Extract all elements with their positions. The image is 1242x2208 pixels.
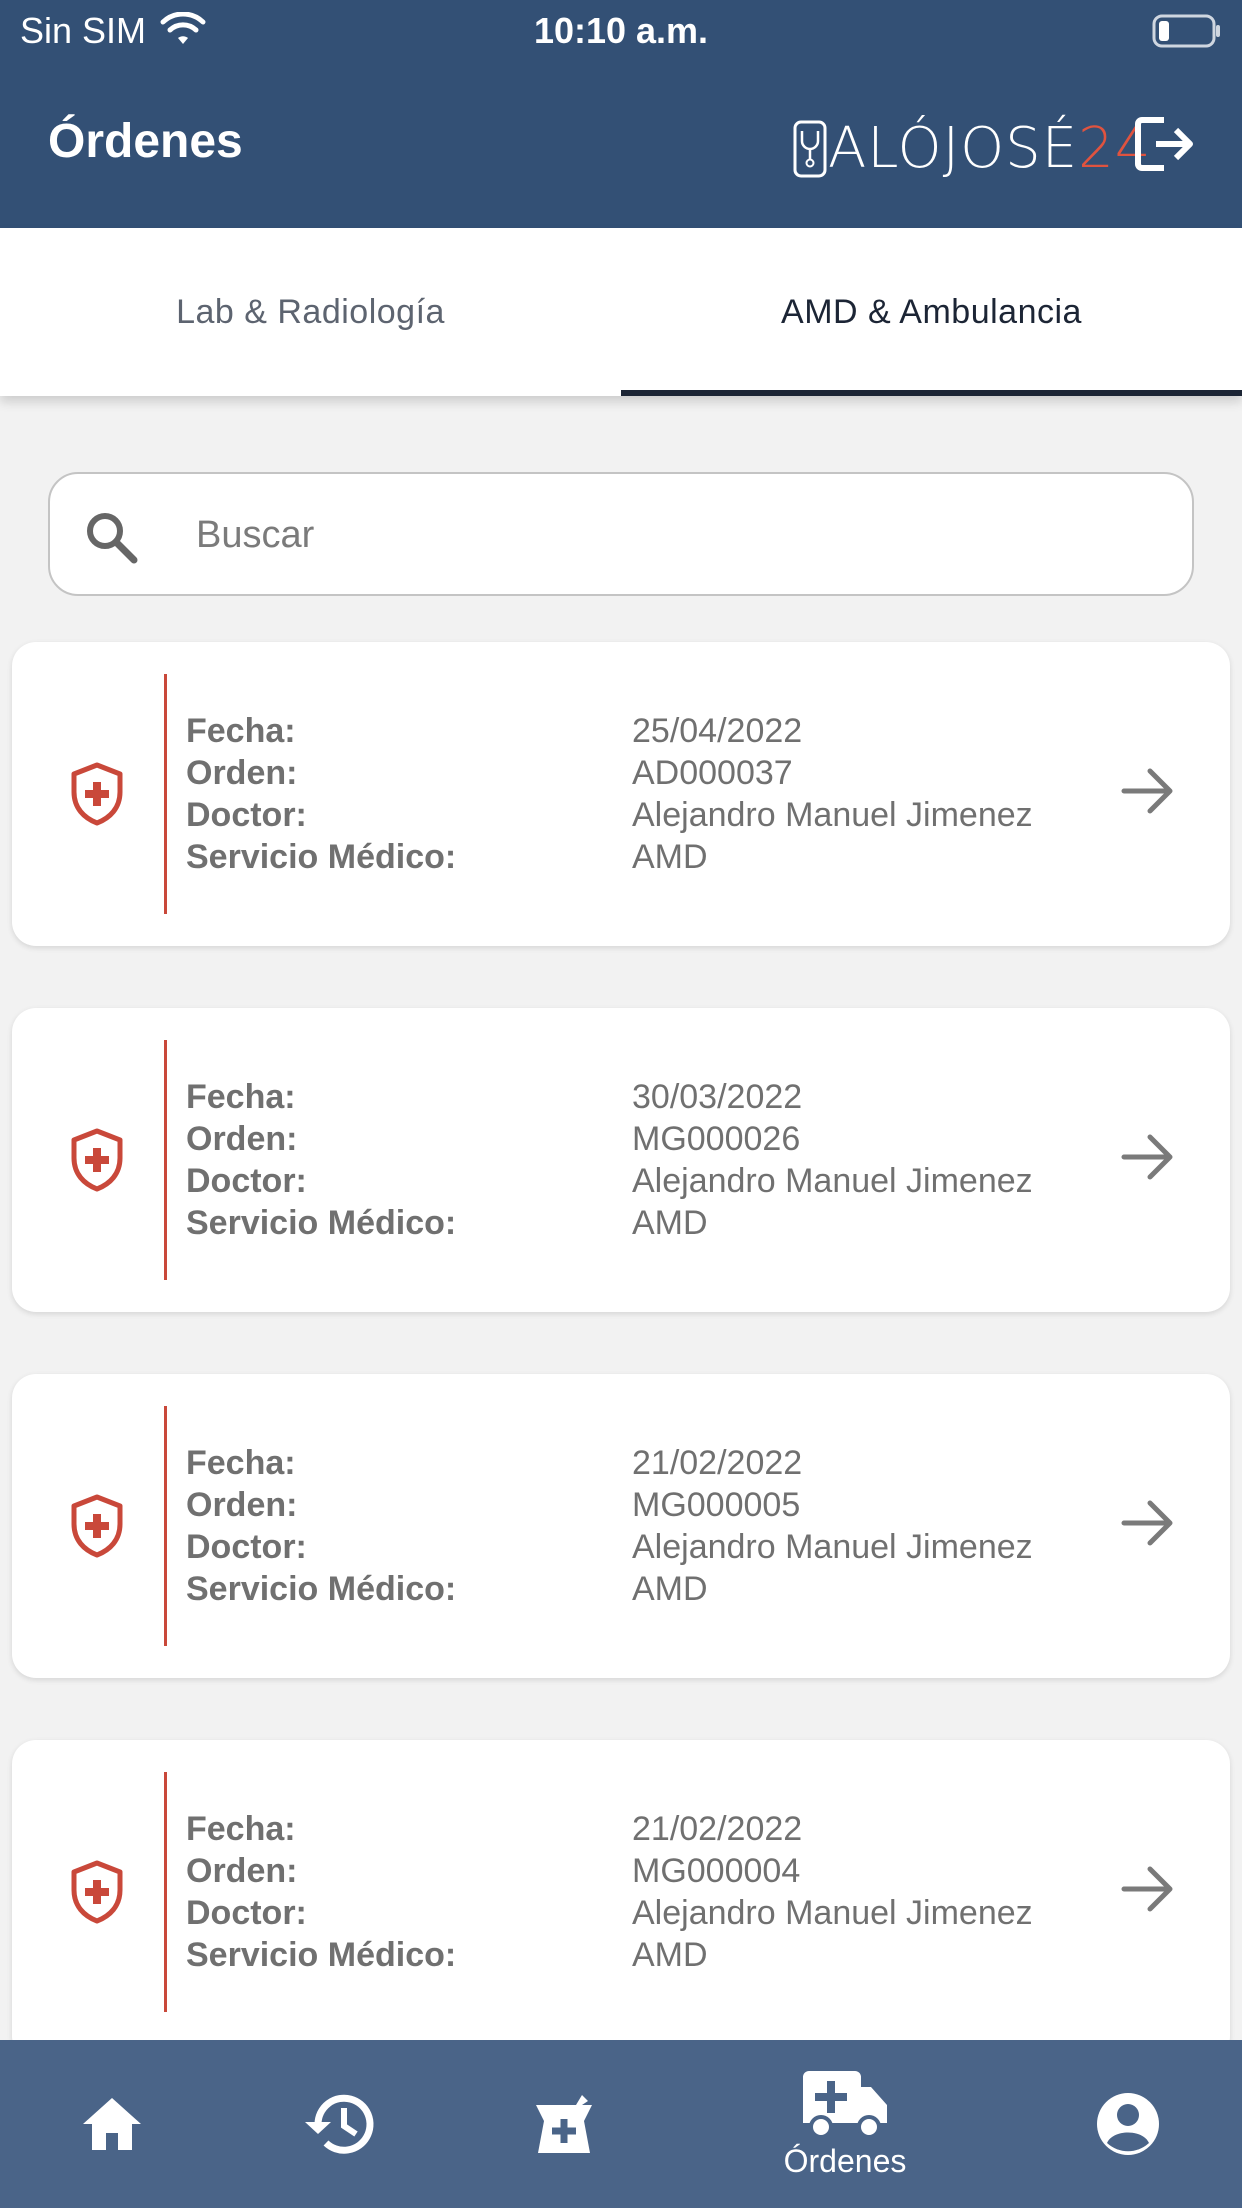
nav-account[interactable] bbox=[1078, 2040, 1178, 2208]
home-icon bbox=[83, 2098, 141, 2150]
status-time: 10:10 a.m. bbox=[533, 10, 709, 51]
card-divider bbox=[164, 1406, 167, 1646]
stethoscope-phone-icon bbox=[793, 120, 827, 177]
search-icon bbox=[87, 513, 138, 564]
servicio-label: Servicio Médico: bbox=[186, 1204, 457, 1242]
account-icon bbox=[1097, 2093, 1159, 2155]
tab-amd-ambulancia[interactable]: AMD & Ambulancia bbox=[621, 228, 1242, 396]
fecha-label: Fecha: bbox=[186, 1444, 296, 1482]
nav-orders[interactable]: Órdenes bbox=[760, 2040, 930, 2208]
orden-value: MG000004 bbox=[632, 1852, 801, 1890]
fecha-value: 21/02/2022 bbox=[632, 1444, 803, 1482]
doctor-label: Doctor: bbox=[186, 796, 307, 834]
doctor-label: Doctor: bbox=[186, 1162, 307, 1200]
medical-shield-icon bbox=[71, 762, 123, 826]
servicio-label: Servicio Médico: bbox=[186, 1936, 457, 1974]
logout-icon[interactable] bbox=[1134, 114, 1196, 174]
card-divider bbox=[164, 674, 167, 914]
history-icon bbox=[305, 2094, 374, 2154]
orden-value: MG000005 bbox=[632, 1486, 801, 1524]
orden-value: MG000026 bbox=[632, 1120, 801, 1158]
servicio-value: AMD bbox=[632, 1570, 708, 1608]
search-box bbox=[48, 472, 1194, 596]
fecha-value: 21/02/2022 bbox=[632, 1810, 803, 1848]
doctor-value: Alejandro Manuel Jimenez bbox=[632, 1528, 1033, 1566]
status-bar: Sin SIM 10:10 a.m. bbox=[0, 0, 1242, 62]
arrow-right-icon[interactable] bbox=[1120, 1498, 1176, 1548]
orden-value: AD000037 bbox=[632, 754, 793, 792]
servicio-value: AMD bbox=[632, 1204, 708, 1242]
servicio-value: AMD bbox=[632, 838, 708, 876]
nav-pharmacy[interactable] bbox=[514, 2040, 614, 2208]
page-title: Órdenes bbox=[48, 115, 243, 168]
card-divider bbox=[164, 1040, 167, 1280]
doctor-label: Doctor: bbox=[186, 1528, 307, 1566]
fecha-value: 25/04/2022 bbox=[632, 712, 803, 750]
fecha-label: Fecha: bbox=[186, 1810, 296, 1848]
arrow-right-icon[interactable] bbox=[1120, 766, 1176, 816]
tab-bar: Lab & Radiología AMD & Ambulancia bbox=[0, 228, 1242, 396]
servicio-label: Servicio Médico: bbox=[186, 1570, 457, 1608]
medical-shield-icon bbox=[71, 1860, 123, 1924]
nav-orders-label: Órdenes bbox=[783, 2142, 907, 2179]
fecha-value: 30/03/2022 bbox=[632, 1078, 803, 1116]
nav-history[interactable] bbox=[290, 2040, 390, 2208]
arrow-right-icon[interactable] bbox=[1120, 1864, 1176, 1914]
order-card[interactable]: Fecha: Orden: Doctor: Servicio Médico: 3… bbox=[12, 1008, 1230, 1312]
logo-text: ALÓJOSÉ24 bbox=[828, 116, 1152, 181]
tab-lab-radiologia[interactable]: Lab & Radiología bbox=[0, 228, 621, 396]
battery-icon bbox=[1152, 14, 1220, 48]
orden-label: Orden: bbox=[186, 1486, 298, 1524]
orden-label: Orden: bbox=[186, 1120, 298, 1158]
brand-logo: ALÓJOSÉ24 bbox=[792, 116, 1151, 181]
nav-home[interactable] bbox=[62, 2040, 162, 2208]
servicio-label: Servicio Médico: bbox=[186, 838, 457, 876]
orden-label: Orden: bbox=[186, 1852, 298, 1890]
fecha-label: Fecha: bbox=[186, 712, 296, 750]
order-card[interactable]: Fecha: Orden: Doctor: Servicio Médico: 2… bbox=[12, 642, 1230, 946]
search-input[interactable] bbox=[196, 498, 1156, 572]
doctor-value: Alejandro Manuel Jimenez bbox=[632, 1162, 1033, 1200]
active-tab-indicator bbox=[621, 390, 1242, 396]
order-card[interactable]: Fecha: Orden: Doctor: Servicio Médico: 2… bbox=[12, 1374, 1230, 1678]
arrow-right-icon[interactable] bbox=[1120, 1132, 1176, 1182]
fecha-label: Fecha: bbox=[186, 1078, 296, 1116]
doctor-value: Alejandro Manuel Jimenez bbox=[632, 1894, 1033, 1932]
orden-label: Orden: bbox=[186, 754, 298, 792]
medical-shield-icon bbox=[71, 1128, 123, 1192]
pharmacy-icon bbox=[536, 2095, 592, 2153]
doctor-label: Doctor: bbox=[186, 1894, 307, 1932]
app-header: Sin SIM 10:10 a.m. Órdenes ALÓJOSÉ24 bbox=[0, 0, 1242, 228]
medical-shield-icon bbox=[71, 1494, 123, 1558]
servicio-value: AMD bbox=[632, 1936, 708, 1974]
order-card[interactable]: Fecha: Orden: Doctor: Servicio Médico: 2… bbox=[12, 1740, 1230, 2060]
bottom-navigation: Órdenes bbox=[0, 2040, 1242, 2208]
doctor-value: Alejandro Manuel Jimenez bbox=[632, 796, 1033, 834]
card-divider bbox=[164, 1772, 167, 2012]
ambulance-icon bbox=[803, 2070, 887, 2139]
